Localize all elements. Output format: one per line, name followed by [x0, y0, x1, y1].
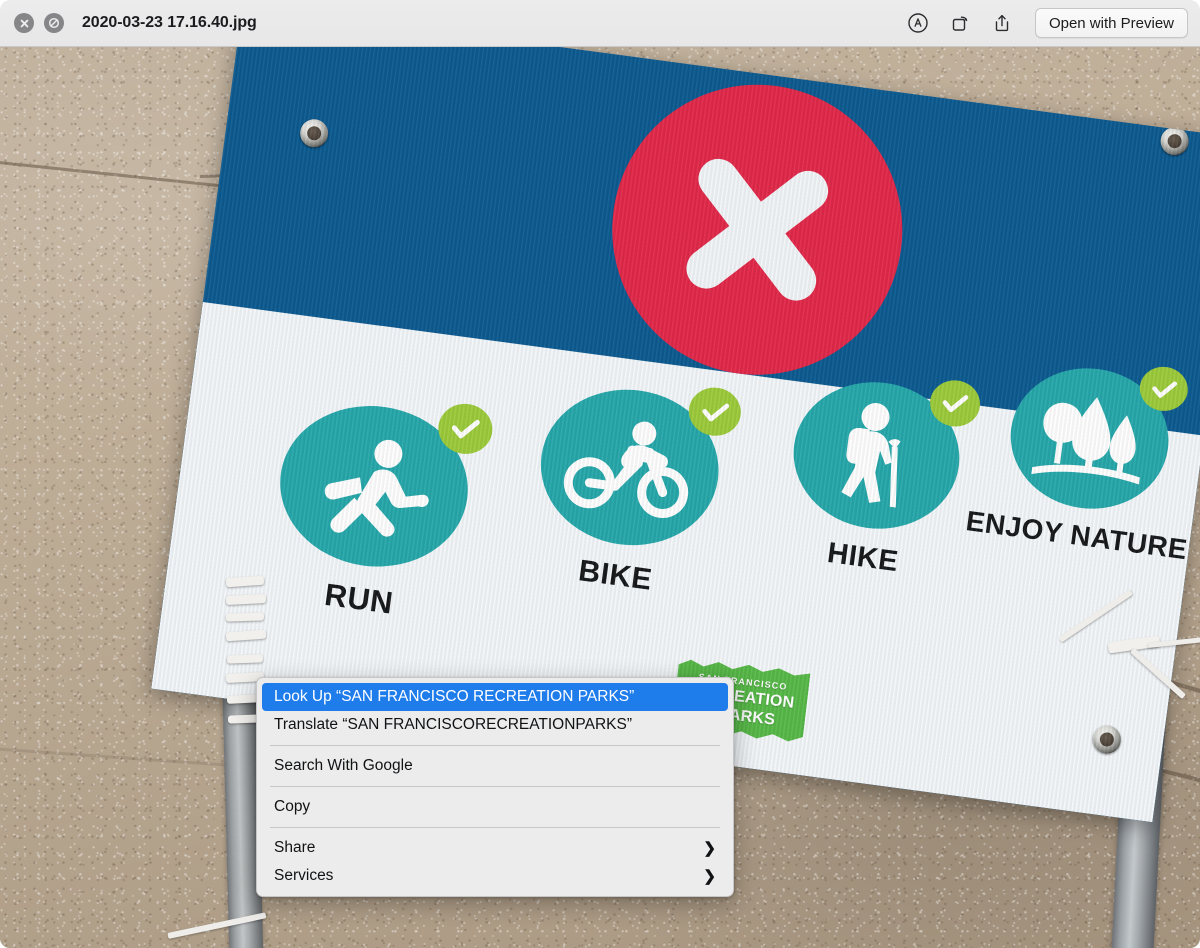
chevron-right-icon: ❯	[703, 839, 716, 857]
grommet	[1159, 125, 1190, 156]
zip-tie	[226, 612, 264, 621]
activity-bike: BIKE	[531, 379, 728, 556]
context-menu[interactable]: Look Up “SAN FRANCISCO RECREATION PARKS”…	[256, 677, 734, 897]
window-titlebar: 2020-03-23 17.16.40.jpg Open with Previe…	[0, 0, 1200, 47]
menu-item-label: Copy	[274, 798, 310, 816]
markup-icon[interactable]	[901, 6, 935, 40]
quicklook-window: 2020-03-23 17.16.40.jpg Open with Previe…	[0, 0, 1200, 948]
grommet	[298, 118, 329, 149]
photo-viewport: RUN	[0, 47, 1200, 948]
red-x-circle	[594, 67, 920, 393]
menu-item-label: Share	[274, 839, 315, 857]
menu-item-label: Services	[274, 867, 333, 885]
menu-item-search-with-google[interactable]: Search With Google	[262, 752, 728, 780]
open-with-preview-button[interactable]: Open with Preview	[1035, 8, 1188, 38]
activity-enjoy-nature: ENJOY NATURE	[1002, 359, 1177, 519]
menu-separator	[270, 786, 720, 787]
menu-separator	[270, 745, 720, 746]
menu-item-share[interactable]: Share ❯	[262, 834, 728, 862]
menu-item-translate[interactable]: Translate “SAN FRANCISCORECREATIONPARKS”	[262, 711, 728, 739]
activity-run: RUN	[270, 395, 478, 578]
window-title: 2020-03-23 17.16.40.jpg	[82, 14, 257, 32]
menu-item-label: Look Up “SAN FRANCISCO RECREATION PARKS”	[274, 688, 634, 706]
rotate-icon[interactable]	[943, 6, 977, 40]
chevron-right-icon: ❯	[703, 867, 716, 885]
menu-item-label: Search With Google	[274, 757, 413, 775]
close-icon[interactable]	[14, 13, 34, 33]
menu-item-label: Translate “SAN FRANCISCORECREATIONPARKS”	[274, 716, 632, 734]
menu-item-copy[interactable]: Copy	[262, 793, 728, 821]
activity-hike: HIKE	[785, 372, 969, 539]
zip-tie	[227, 654, 263, 663]
menu-separator	[270, 827, 720, 828]
share-icon[interactable]	[985, 6, 1019, 40]
menu-item-look-up[interactable]: Look Up “SAN FRANCISCO RECREATION PARKS”	[262, 683, 728, 711]
menu-item-services[interactable]: Services ❯	[262, 862, 728, 890]
no-entry-icon[interactable]	[44, 13, 64, 33]
